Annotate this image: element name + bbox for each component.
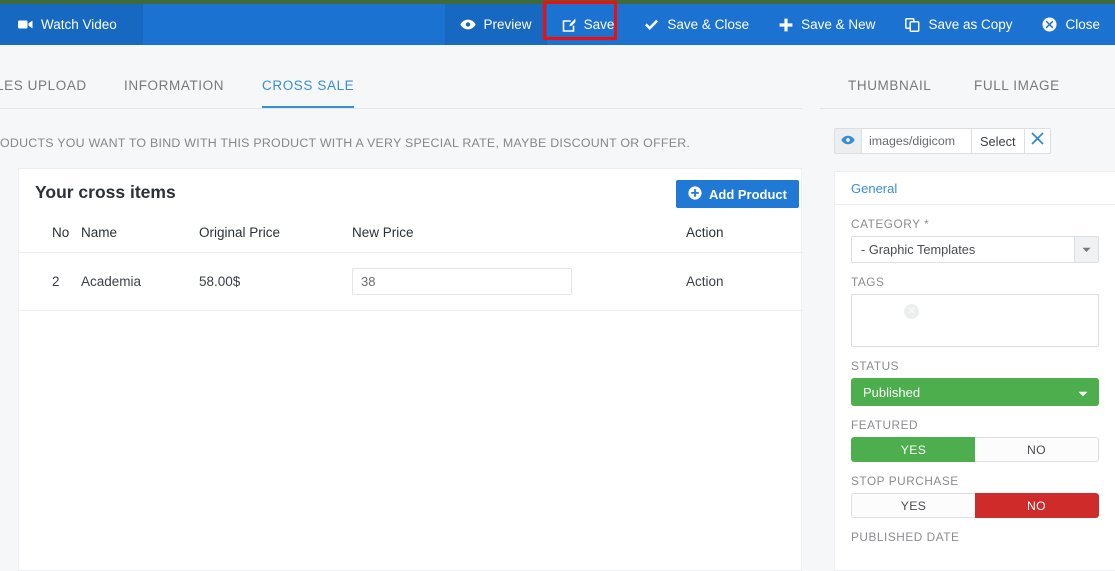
- image-path-input[interactable]: images/digicom: [862, 128, 972, 154]
- watch-video-button[interactable]: Watch Video: [0, 4, 143, 45]
- featured-no-button[interactable]: NO: [975, 437, 1099, 462]
- stop-purchase-toggle: YES NO: [851, 493, 1099, 518]
- plus-circle-icon: [688, 186, 702, 203]
- copy-icon: [905, 18, 920, 32]
- tab-information[interactable]: INFORMATION: [124, 78, 224, 106]
- toolbar-spacer: [143, 4, 445, 45]
- panel-body: CATEGORY * - Graphic Templates TAGS ✕ ST…: [835, 205, 1115, 544]
- save-and-new-button[interactable]: Save & New: [764, 4, 890, 45]
- preview-button[interactable]: Preview: [445, 4, 547, 45]
- video-camera-icon: [18, 19, 33, 30]
- watch-video-label: Watch Video: [41, 17, 117, 32]
- status-label: STATUS: [851, 359, 1099, 373]
- tags-input[interactable]: ✕: [851, 294, 1099, 347]
- close-button[interactable]: Close: [1027, 4, 1115, 45]
- featured-label: FEATURED: [851, 418, 1099, 432]
- table-row: 2 Academia 58.00$ Action: [19, 253, 803, 311]
- general-panel: General CATEGORY * - Graphic Templates T…: [834, 171, 1115, 571]
- cell-action[interactable]: Action: [686, 253, 803, 311]
- card-header: Your cross items Add Product: [19, 169, 801, 221]
- save-label: Save: [584, 17, 615, 32]
- plus-icon: [779, 18, 793, 32]
- x-icon: [1031, 132, 1044, 150]
- category-select[interactable]: - Graphic Templates: [851, 236, 1099, 263]
- status-value: Published: [863, 385, 920, 400]
- save-button[interactable]: Save: [547, 4, 630, 45]
- sidebar-tab-bar: THUMBNAIL FULL IMAGE: [820, 58, 1115, 109]
- column-header-original-price: Original Price: [199, 221, 352, 253]
- cell-no: 2: [19, 253, 81, 311]
- preview-label: Preview: [484, 17, 532, 32]
- cell-new-price: [352, 253, 686, 311]
- table-header-row: No Name Original Price New Price Action: [19, 221, 803, 253]
- published-date-label: PUBLISHED DATE: [851, 530, 1099, 544]
- close-circle-icon: [1042, 17, 1057, 32]
- table-body: 2 Academia 58.00$ Action: [19, 253, 803, 311]
- save-and-close-button[interactable]: Save & Close: [629, 4, 764, 45]
- new-price-input[interactable]: [352, 268, 572, 295]
- cell-name: Academia: [81, 253, 199, 311]
- close-label: Close: [1065, 17, 1100, 32]
- save-and-new-label: Save & New: [801, 17, 875, 32]
- column-header-action: Action: [686, 221, 803, 253]
- stop-purchase-no-button[interactable]: NO: [975, 493, 1099, 518]
- cross-items-table: No Name Original Price New Price Action …: [19, 221, 803, 311]
- check-icon: [644, 19, 659, 31]
- cross-items-card: Your cross items Add Product No Name Ori…: [18, 168, 802, 571]
- eye-icon: [841, 132, 855, 150]
- save-and-close-label: Save & Close: [667, 17, 749, 32]
- tab-files-upload[interactable]: LES UPLOAD: [0, 78, 87, 106]
- cross-sale-description: ODUCTS YOU WANT TO BIND WITH THIS PRODUC…: [0, 136, 790, 150]
- column-header-new-price: New Price: [352, 221, 686, 253]
- tab-full-image[interactable]: FULL IMAGE: [974, 78, 1060, 93]
- edit-square-icon: [562, 18, 576, 32]
- chevron-down-icon: [1074, 237, 1098, 262]
- add-product-button[interactable]: Add Product: [676, 180, 799, 208]
- top-toolbar: Watch Video Preview Save Save & Close Sa…: [0, 4, 1115, 45]
- right-sidebar: THUMBNAIL FULL IMAGE images/digicom Sele…: [820, 58, 1115, 571]
- stop-purchase-yes-button[interactable]: YES: [851, 493, 975, 518]
- stop-purchase-label: STOP PURCHASE: [851, 474, 1099, 488]
- clear-image-button[interactable]: [1025, 128, 1051, 154]
- featured-yes-button[interactable]: YES: [851, 437, 975, 462]
- image-path-row: images/digicom Select: [834, 128, 1051, 154]
- tags-label: TAGS: [851, 275, 1099, 289]
- save-as-copy-label: Save as Copy: [928, 17, 1012, 32]
- tags-placeholder-icon: ✕: [904, 304, 919, 319]
- save-as-copy-button[interactable]: Save as Copy: [890, 4, 1027, 45]
- main-tab-bar: LES UPLOAD INFORMATION CROSS SALE: [0, 58, 802, 109]
- tab-cross-sale[interactable]: CROSS SALE: [262, 78, 354, 108]
- tab-thumbnail[interactable]: THUMBNAIL: [848, 78, 931, 93]
- eye-icon: [460, 19, 476, 30]
- panel-title: General: [835, 172, 1115, 205]
- category-label: CATEGORY *: [851, 217, 1099, 231]
- column-header-no: No: [19, 221, 81, 253]
- status-select[interactable]: Published: [851, 378, 1099, 406]
- add-product-label: Add Product: [709, 187, 787, 202]
- table-head: No Name Original Price New Price Action: [19, 221, 803, 253]
- featured-toggle: YES NO: [851, 437, 1099, 462]
- column-header-name: Name: [81, 221, 199, 253]
- chevron-down-icon: [1078, 385, 1088, 400]
- preview-image-button[interactable]: [834, 128, 862, 154]
- category-value: - Graphic Templates: [852, 237, 1074, 262]
- select-image-button[interactable]: Select: [972, 128, 1025, 154]
- cell-original-price: 58.00$: [199, 253, 352, 311]
- save-button-wrapper: Save: [547, 4, 630, 45]
- card-title: Your cross items: [35, 182, 176, 203]
